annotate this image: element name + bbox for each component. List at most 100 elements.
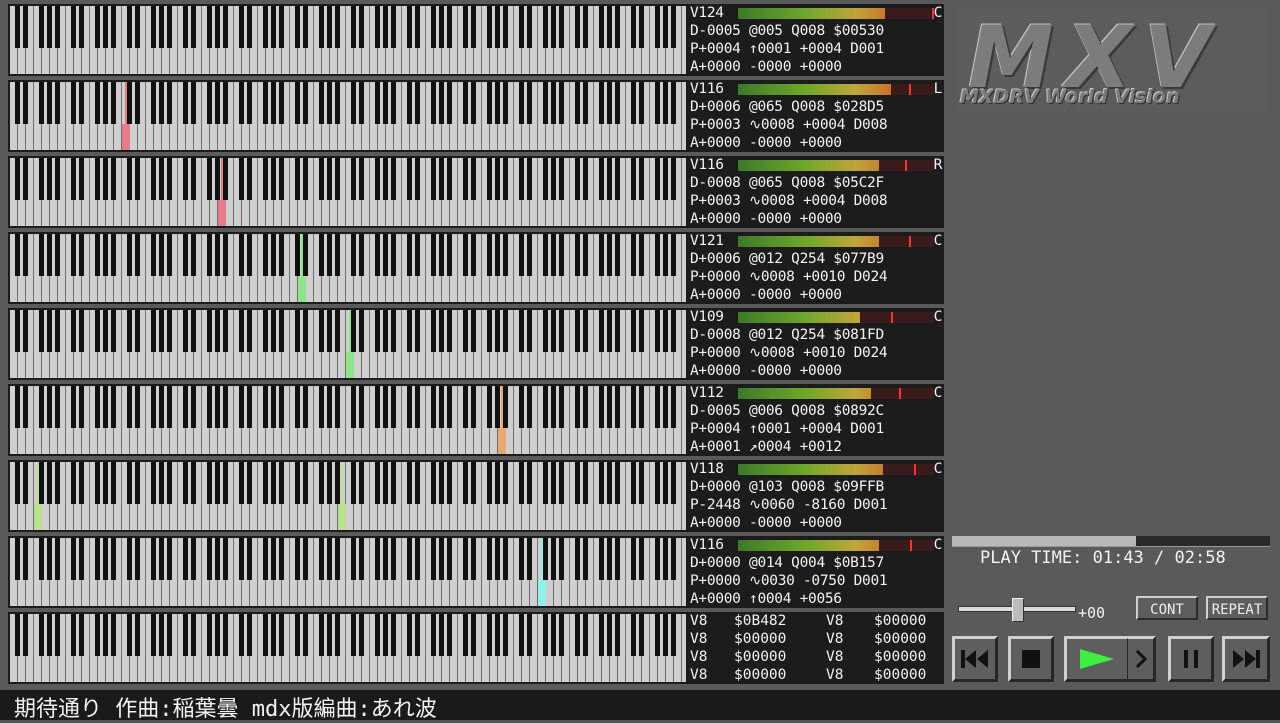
black-key [351, 158, 356, 200]
black-key [631, 462, 636, 504]
black-key [151, 538, 156, 580]
black-key [655, 234, 660, 276]
black-key [15, 462, 20, 504]
play-button[interactable] [1064, 636, 1130, 682]
black-key [215, 82, 220, 124]
black-key [103, 158, 108, 200]
status-cell: $00000 [874, 631, 927, 647]
black-key [167, 538, 172, 580]
black-key [575, 614, 580, 656]
black-key [391, 82, 396, 124]
black-key [159, 462, 164, 504]
black-key [303, 310, 308, 352]
black-key [207, 310, 212, 352]
black-key [47, 6, 52, 48]
black-key [495, 6, 500, 48]
black-key [487, 234, 492, 276]
black-key [439, 614, 444, 656]
black-key [127, 158, 132, 200]
logo: MXV MXDRV World Vision [956, 8, 1268, 112]
black-key [55, 6, 60, 48]
volume-value: +00 [1078, 604, 1106, 622]
next-button[interactable] [1222, 636, 1270, 682]
track-2: V116 L D+0006 @065 Q008 $028D5 P+0003 ∿0008… [8, 80, 944, 152]
black-key [527, 538, 532, 580]
black-key [103, 310, 108, 352]
play-time-label: PLAY TIME: [980, 548, 1083, 568]
black-key [215, 386, 220, 428]
black-key [415, 386, 420, 428]
black-key [135, 82, 140, 124]
pause-button[interactable] [1168, 636, 1214, 682]
step-button[interactable] [1128, 636, 1156, 682]
channel-param-line-2: D+0006 @065 Q008 $028D5 [690, 99, 884, 115]
note-stem [341, 462, 343, 504]
black-key [599, 158, 604, 200]
black-key [151, 82, 156, 124]
black-key [127, 462, 132, 504]
black-key [527, 82, 532, 124]
black-key [223, 6, 228, 48]
prev-button[interactable] [952, 636, 998, 682]
black-key [167, 82, 172, 124]
seek-bar[interactable] [952, 536, 1270, 547]
stop-button[interactable] [1008, 636, 1054, 682]
black-key [79, 538, 84, 580]
black-key [391, 6, 396, 48]
black-key [615, 538, 620, 580]
volume-thumb[interactable] [1012, 598, 1024, 622]
channel-param-line-2: D+0000 @103 Q008 $09FFB [690, 479, 884, 495]
black-key [551, 310, 556, 352]
cont-button[interactable]: CONT [1136, 596, 1198, 620]
black-key [247, 462, 252, 504]
black-key [631, 158, 636, 200]
black-key [519, 614, 524, 656]
black-key [655, 310, 660, 352]
black-key [319, 538, 324, 580]
black-key [39, 538, 44, 580]
black-key [15, 82, 20, 124]
black-key [47, 614, 52, 656]
black-key [359, 386, 364, 428]
black-key [551, 538, 556, 580]
black-key [663, 310, 668, 352]
black-key [263, 6, 268, 48]
black-key [391, 462, 396, 504]
black-key [223, 538, 228, 580]
black-key [631, 310, 636, 352]
black-key [335, 386, 340, 428]
black-key [639, 462, 644, 504]
black-key [111, 82, 116, 124]
black-key [335, 614, 340, 656]
black-key [407, 386, 412, 428]
mxv-player-window: V124 C D-0005 @005 Q008 $00530 P+0004 ↑0001… [0, 0, 1280, 722]
repeat-button[interactable]: REPEAT [1206, 596, 1268, 620]
black-key [503, 538, 508, 580]
black-key [383, 310, 388, 352]
black-key [239, 6, 244, 48]
black-key [671, 6, 676, 48]
black-key [319, 82, 324, 124]
volume-slider[interactable] [958, 598, 1076, 622]
black-key [183, 614, 188, 656]
play-time-current: 01:43 [1092, 548, 1144, 568]
black-key [135, 310, 140, 352]
black-key [79, 386, 84, 428]
channel-info: V116 R D-0008 @065 Q008 $05C2F P+0003 ∿0008… [690, 156, 944, 228]
black-key [663, 386, 668, 428]
black-key [655, 614, 660, 656]
black-key [495, 614, 500, 656]
black-key [655, 6, 660, 48]
black-key [23, 462, 28, 504]
channel-param-line-3: P+0003 ∿0008 +0004 D008 [690, 117, 888, 133]
keyboard [10, 6, 686, 74]
black-key [599, 386, 604, 428]
black-key [295, 386, 300, 428]
black-key [631, 386, 636, 428]
black-key [47, 234, 52, 276]
status-panel: V8 $0B482 V8 $00000 V8 $00000 V8 $00000 V8 $00000… [8, 612, 944, 684]
note-stem [301, 234, 303, 276]
black-key [207, 234, 212, 276]
meter-empty [885, 8, 934, 19]
black-key [335, 82, 340, 124]
